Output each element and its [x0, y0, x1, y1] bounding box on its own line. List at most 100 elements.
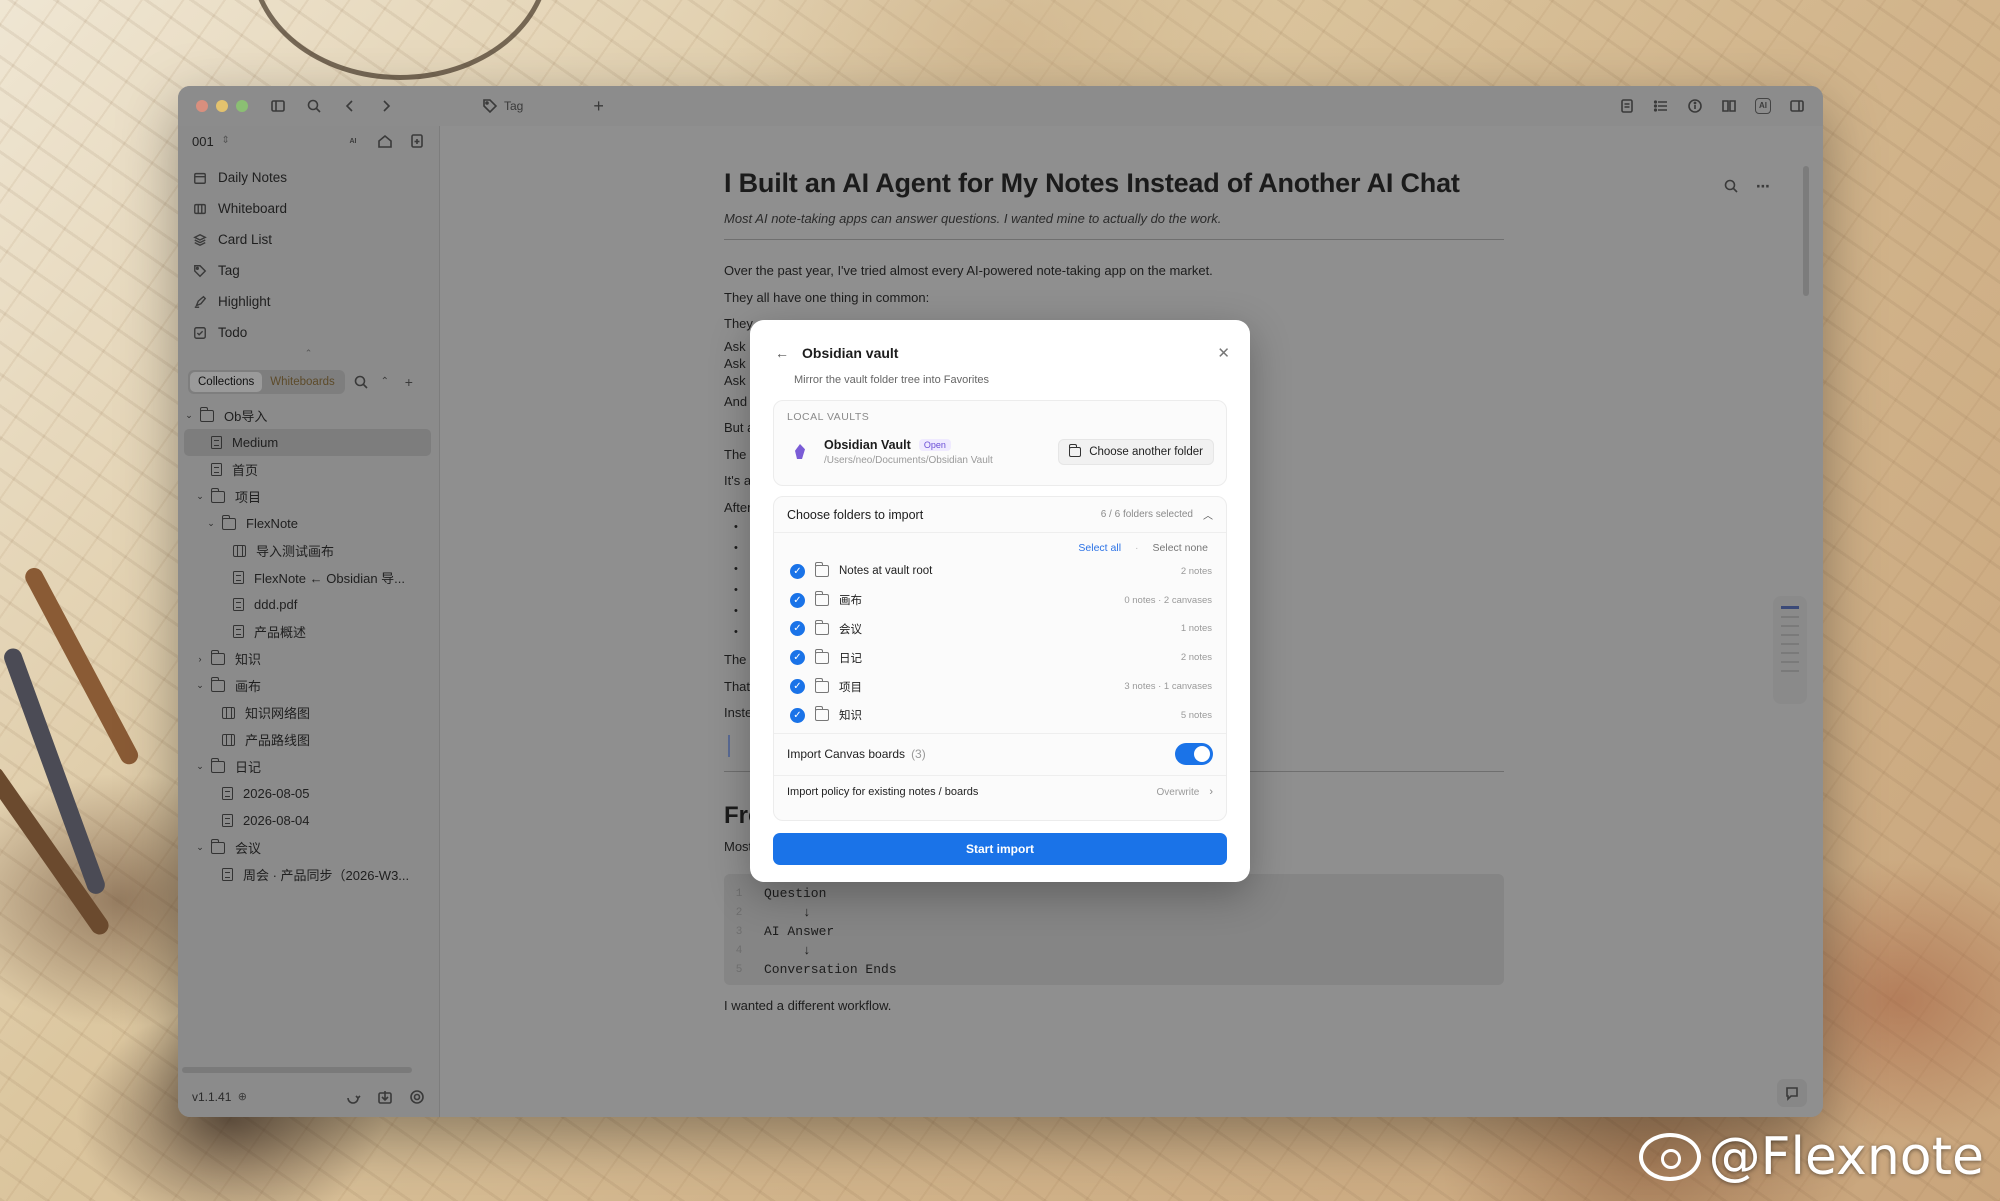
chevron-down-icon[interactable]: ⌄	[206, 518, 216, 529]
sidebar-item-tag[interactable]: Tag	[178, 255, 439, 286]
import-icon[interactable]	[377, 1089, 393, 1105]
tree-item[interactable]: 首页	[184, 456, 439, 483]
select-none-link[interactable]: Select none	[1153, 542, 1208, 554]
sync-icon[interactable]	[345, 1089, 361, 1105]
checkbox-checked-icon[interactable]: ✓	[790, 621, 805, 637]
sidebar-item-daily-notes[interactable]: Daily Notes	[178, 162, 439, 193]
vault-switcher[interactable]: 001 ⇕ AI	[178, 126, 439, 156]
tree-item[interactable]: 导入测试画布	[184, 537, 439, 564]
tree-item[interactable]: FlexNote ← Obsidian 导...	[184, 564, 439, 591]
outline-minimap[interactable]	[1773, 596, 1807, 704]
tree-item[interactable]: ⌄ FlexNote	[184, 510, 439, 537]
checkbox-checked-icon[interactable]: ✓	[790, 592, 805, 608]
import-policy-row[interactable]: Import policy for existing notes / board…	[774, 774, 1226, 809]
tree-item[interactable]: ddd.pdf	[184, 591, 439, 618]
chevron-up-icon[interactable]: ︿	[1203, 507, 1213, 522]
search-icon[interactable]	[306, 98, 322, 114]
sidebar-toggle-icon[interactable]	[270, 98, 286, 114]
vault-row[interactable]: Obsidian Vault Open /Users/neo/Documents…	[786, 433, 1214, 471]
tree-item[interactable]: 产品路线图	[184, 726, 439, 753]
zoom-window-button[interactable]	[236, 100, 248, 112]
right-panel-icon[interactable]	[1789, 98, 1805, 114]
folder-row[interactable]: ✓ 画布 0 notes · 2 canvases	[774, 586, 1226, 615]
folder-row[interactable]: ✓ 日记 2 notes	[774, 643, 1226, 672]
chevron-down-icon[interactable]: ⌄	[195, 491, 205, 502]
start-import-button[interactable]: Start import	[773, 833, 1227, 865]
folders-header[interactable]: Choose folders to import 6 / 6 folders s…	[774, 497, 1226, 533]
tree-item[interactable]: 产品概述	[184, 618, 439, 645]
tree-item[interactable]: ⌄ 会议	[184, 834, 439, 861]
sidebar-scrollbar[interactable]	[182, 1067, 412, 1073]
choose-another-folder-button[interactable]: Choose another folder	[1058, 439, 1214, 465]
new-note-icon[interactable]	[409, 133, 425, 149]
collapse-nav-icon[interactable]: ⌃	[178, 348, 439, 358]
checkbox-checked-icon[interactable]: ✓	[790, 707, 805, 723]
sidebar-item-card-list[interactable]: Card List	[178, 224, 439, 255]
document-title[interactable]: I Built an AI Agent for My Notes Instead…	[724, 168, 1504, 199]
tree-item[interactable]: › 知识	[184, 645, 439, 672]
tree-item[interactable]: ⌄ Ob导入	[184, 402, 439, 429]
sidebar-item-highlight[interactable]: Highlight	[178, 286, 439, 317]
folder-row[interactable]: ✓ 会议 1 notes	[774, 615, 1226, 644]
back-arrow-icon[interactable]: ←	[774, 345, 790, 361]
watermark-text: @Flexnote	[1708, 1127, 1984, 1187]
ai-icon[interactable]: AI	[1755, 98, 1771, 114]
tree-item-label: 产品概述	[254, 625, 307, 640]
segment-collections[interactable]: Collections	[190, 372, 263, 392]
forward-icon[interactable]	[378, 98, 394, 114]
sidebar-item-todo[interactable]: Todo	[178, 317, 439, 348]
paragraph[interactable]: They all have one thing in common:	[724, 285, 1504, 312]
document-subtitle[interactable]: Most AI note-taking apps can answer ques…	[724, 211, 1504, 226]
close-icon[interactable]: ✕	[1217, 344, 1230, 362]
search-icon[interactable]	[353, 374, 369, 390]
list-icon[interactable]	[1653, 98, 1669, 114]
select-all-link[interactable]: Select all	[1078, 542, 1121, 554]
folder-icon	[211, 838, 225, 854]
minimize-window-button[interactable]	[216, 100, 228, 112]
tree-item[interactable]: 周会 · 产品同步（2026-W3...	[184, 861, 439, 888]
paragraph[interactable]: Over the past year, I've tried almost ev…	[724, 258, 1504, 285]
document-icon[interactable]	[1619, 98, 1635, 114]
chevron-right-icon[interactable]: ›	[195, 654, 205, 664]
folder-row[interactable]: ✓ Notes at vault root 2 notes	[774, 557, 1226, 586]
closing-paragraph[interactable]: I wanted a different workflow.	[724, 993, 1504, 1020]
more-icon[interactable]: ⋯	[1755, 178, 1771, 194]
sidebar-item-whiteboard[interactable]: Whiteboard	[178, 193, 439, 224]
book-icon[interactable]	[1721, 98, 1737, 114]
checkbox-checked-icon[interactable]: ✓	[790, 650, 805, 666]
tree-item[interactable]: ⌄ 项目	[184, 483, 439, 510]
tree-item[interactable]: 2026-08-05	[184, 780, 439, 807]
collapse-all-icon[interactable]: ⌃	[377, 374, 393, 390]
tree-item[interactable]: ⌄ 日记	[184, 753, 439, 780]
tree-item[interactable]: 知识网络图	[184, 699, 439, 726]
tree-item[interactable]: Medium	[184, 429, 431, 456]
chevron-down-icon[interactable]: ⌄	[195, 680, 205, 691]
chevron-down-icon[interactable]: ⌄	[184, 410, 194, 421]
settings-icon[interactable]	[409, 1089, 425, 1105]
chevron-updown-icon: ⇕	[221, 135, 230, 146]
folder-row[interactable]: ✓ 知识 5 notes	[774, 701, 1226, 730]
info-icon[interactable]	[1687, 98, 1703, 114]
add-icon[interactable]: +	[401, 374, 417, 390]
update-icon[interactable]: ⊕	[234, 1089, 250, 1105]
tab-tag[interactable]: Tag	[482, 98, 523, 114]
chat-button[interactable]	[1777, 1079, 1807, 1107]
tree-item[interactable]: 2026-08-04	[184, 807, 439, 834]
editor-scrollbar[interactable]	[1803, 166, 1809, 296]
vault-path: /Users/neo/Documents/Obsidian Vault	[824, 455, 993, 466]
checkbox-checked-icon[interactable]: ✓	[790, 679, 805, 695]
import-canvas-toggle[interactable]	[1175, 743, 1213, 766]
checkbox-checked-icon[interactable]: ✓	[790, 563, 805, 579]
search-icon[interactable]	[1723, 178, 1739, 194]
close-window-button[interactable]	[196, 100, 208, 112]
chevron-down-icon[interactable]: ⌄	[195, 761, 205, 772]
segment-whiteboards[interactable]: Whiteboards	[262, 372, 343, 392]
code-block[interactable]: 1 Question 2 ↓ 3 AI Answer 4 ↓ 5 Conversation E…	[724, 874, 1504, 985]
home-icon[interactable]	[377, 133, 393, 149]
new-tab-button[interactable]: +	[593, 96, 604, 117]
back-icon[interactable]	[342, 98, 358, 114]
folder-row[interactable]: ✓ 项目 3 notes · 1 canvases	[774, 672, 1226, 701]
tree-item[interactable]: ⌄ 画布	[184, 672, 439, 699]
ai-icon[interactable]: AI	[345, 133, 361, 149]
chevron-down-icon[interactable]: ⌄	[195, 842, 205, 853]
